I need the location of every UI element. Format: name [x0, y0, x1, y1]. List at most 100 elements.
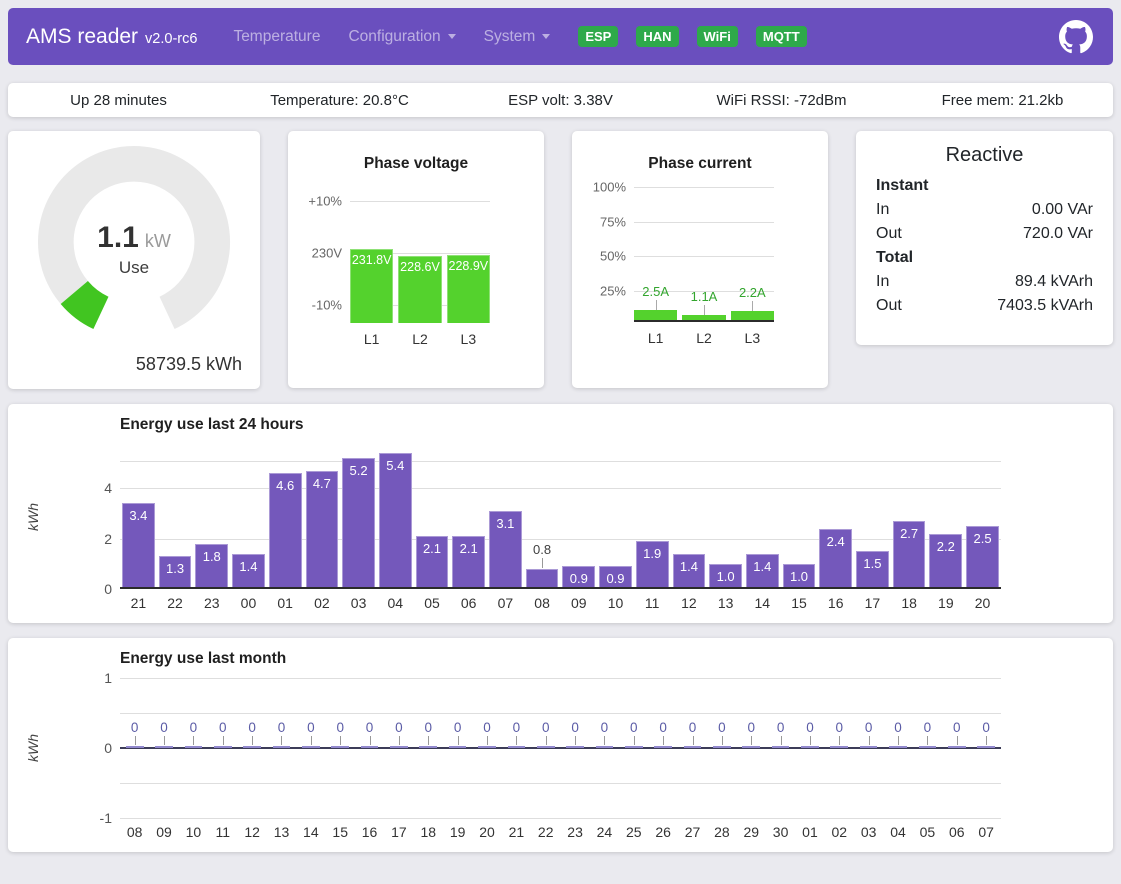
- label-callout-line: [693, 736, 694, 745]
- main-nav: Temperature Configuration System: [221, 22, 562, 52]
- bar-value-label: 1.9: [637, 546, 668, 561]
- bar-value-label: 2.2A: [731, 285, 774, 300]
- label-callout-line: [957, 736, 958, 745]
- x-tick: 19: [443, 824, 472, 840]
- reactive-section-instant: Instant: [876, 174, 1093, 198]
- reactive-row-value: 720.0 VAr: [1023, 222, 1093, 246]
- bar-day-28: 0: [707, 678, 736, 818]
- bar-day-23: 0: [560, 678, 589, 818]
- label-callout-line: [810, 736, 811, 745]
- bar-value-label: 0: [472, 720, 501, 735]
- x-tick: L3: [731, 330, 774, 346]
- x-tick: 22: [157, 595, 194, 611]
- y-tick: 0: [104, 740, 112, 756]
- label-callout-line: [135, 736, 136, 745]
- bar-value-label: 0: [502, 720, 531, 735]
- zero-bar: [566, 746, 584, 748]
- bar-value-label: 1.4: [747, 559, 778, 574]
- reactive-row: Out 7403.5 kVArh: [876, 294, 1093, 318]
- bar-value-label: 0: [120, 720, 149, 735]
- bar-value-label: 0: [531, 720, 560, 735]
- bar-value-label: 0: [384, 720, 413, 735]
- bar-value-label: 0: [414, 720, 443, 735]
- x-tick: 09: [560, 595, 597, 611]
- x-axis-labels: 2122230001020304050607080910111213141516…: [120, 595, 1113, 611]
- zero-bar: [478, 746, 496, 748]
- nav-item-system[interactable]: System: [472, 22, 563, 52]
- x-tick: 17: [854, 595, 891, 611]
- label-callout-line: [193, 736, 194, 745]
- bar-group: 2.5A1.1A2.2A: [634, 187, 774, 322]
- bar-value-label: 0: [560, 720, 589, 735]
- bar-hour-14: 1.4: [746, 554, 779, 589]
- label-callout-line: [839, 736, 840, 745]
- bar-day-30: 0: [766, 678, 795, 818]
- bar-value-label: 0: [825, 720, 854, 735]
- x-tick: 17: [384, 824, 413, 840]
- x-tick: 21: [502, 824, 531, 840]
- x-tick: 23: [193, 595, 230, 611]
- bar-day-08: 0: [120, 678, 149, 818]
- zero-bar: [977, 746, 995, 748]
- bar-value-label: 0.8: [524, 542, 561, 557]
- bar-hour-20: 2.5: [966, 526, 999, 589]
- reactive-row-value: 0.00 VAr: [1032, 198, 1093, 222]
- brand-version: v2.0-rc6: [145, 31, 197, 47]
- zero-bar: [302, 746, 320, 748]
- zero-bar: [772, 746, 790, 748]
- chart-title: Phase voltage: [288, 155, 544, 173]
- gauge-label: Use: [119, 258, 149, 278]
- bar-L1: 231.8V: [350, 249, 393, 323]
- bar-day-05: 0: [913, 678, 942, 818]
- energy-total: 58739.5 kWh: [136, 354, 242, 375]
- x-tick: 24: [590, 824, 619, 840]
- github-link[interactable]: [1059, 20, 1093, 54]
- bar-slot: 1.4: [744, 444, 781, 589]
- bar-slot: 1.3: [157, 444, 194, 589]
- x-tick: L3: [447, 331, 490, 347]
- chevron-down-icon: [448, 34, 456, 39]
- reactive-row: In 89.4 kVArh: [876, 270, 1093, 294]
- x-tick: 04: [377, 595, 414, 611]
- energy-24h-card: Energy use last 24 hours kWh 420 3.41.31…: [8, 404, 1113, 623]
- bar-hour-01: 4.6: [269, 473, 302, 589]
- bar-value-label: 2.1: [453, 541, 484, 556]
- bar-value-label: 1.0: [710, 569, 741, 584]
- zero-bar: [508, 746, 526, 748]
- zero-bar: [214, 746, 232, 748]
- bar-day-22: 0: [531, 678, 560, 818]
- zero-bar: [596, 746, 614, 748]
- y-axis-label: kWh: [8, 678, 58, 818]
- bar-value-label: 0: [267, 720, 296, 735]
- bar-L1: [634, 310, 677, 320]
- label-callout-line: [546, 736, 547, 745]
- bar-value-label: 0: [648, 720, 677, 735]
- nav-item-configuration[interactable]: Configuration: [336, 22, 467, 52]
- bar-value-label: 4.7: [307, 476, 338, 491]
- status-temperature: Temperature: 20.8°C: [229, 92, 450, 109]
- bar-value-label: 0: [179, 720, 208, 735]
- label-callout-line: [370, 736, 371, 745]
- bar-hour-16: 2.4: [819, 529, 852, 589]
- bar-slot: 2.4: [817, 444, 854, 589]
- bar-hour-07: 3.1: [489, 511, 522, 589]
- bar-day-13: 0: [267, 678, 296, 818]
- x-tick: 06: [942, 824, 971, 840]
- zero-bar: [801, 746, 819, 748]
- bar-day-15: 0: [326, 678, 355, 818]
- app-header: AMS reader v2.0-rc6 Temperature Configur…: [8, 8, 1113, 65]
- bar-hour-23: 1.8: [195, 544, 228, 589]
- bar-day-17: 0: [384, 678, 413, 818]
- label-callout-line: [663, 736, 664, 745]
- x-tick: L2: [682, 330, 725, 346]
- status-uptime: Up 28 minutes: [8, 92, 229, 109]
- status-bar: Up 28 minutes Temperature: 20.8°C ESP vo…: [8, 83, 1113, 117]
- x-tick: 15: [781, 595, 818, 611]
- bar-slot: 1.0: [707, 444, 744, 589]
- x-tick: L1: [634, 330, 677, 346]
- zero-bar: [273, 746, 291, 748]
- nav-item-temperature[interactable]: Temperature: [221, 22, 332, 52]
- bar-day-18: 0: [414, 678, 443, 818]
- reactive-card: Reactive Instant In 0.00 VAr Out 720.0 V…: [856, 131, 1113, 345]
- x-tick: 01: [795, 824, 824, 840]
